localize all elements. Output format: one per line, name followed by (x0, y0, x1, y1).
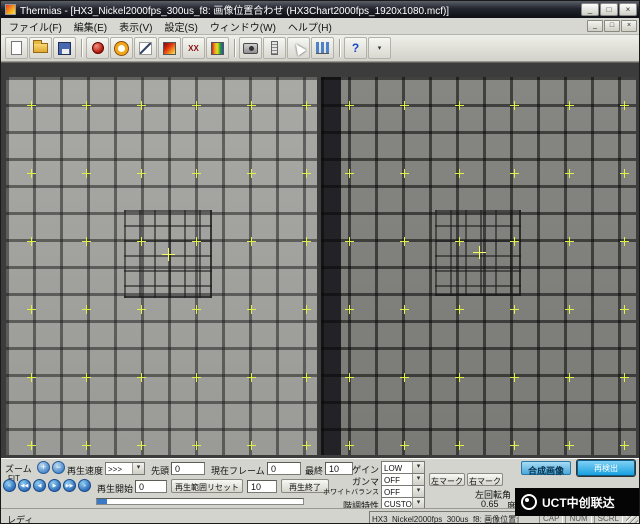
watermark-text: UCT中创联达 (542, 494, 615, 511)
save-file-button[interactable] (53, 37, 76, 59)
toolbar-buttons: XX? ▾ (5, 37, 392, 59)
close-button[interactable]: × (619, 3, 637, 16)
head-frame-field[interactable]: 0 (171, 462, 205, 475)
app-icon (5, 4, 16, 15)
zoom-out-button[interactable]: − (52, 461, 65, 474)
image-viewport (1, 62, 639, 458)
new-file-icon (11, 41, 22, 55)
minimize-button[interactable]: _ (581, 3, 599, 16)
redetect-button[interactable]: 再検出 (577, 460, 635, 476)
left-image[interactable] (6, 77, 317, 455)
ruler-icon (271, 41, 278, 55)
play-reverse-button[interactable]: ◀ (33, 479, 46, 492)
right-mark-button[interactable]: 右マーク (467, 473, 503, 486)
scale-button[interactable] (263, 37, 286, 59)
fast-forward-button[interactable]: ▶▶ (63, 479, 76, 492)
marker-pair-button[interactable]: XX (182, 37, 205, 59)
seek-thumb[interactable] (97, 499, 107, 504)
cursor-button[interactable] (287, 37, 310, 59)
playback-buttons: «◀◀◀▶▶▶» (3, 479, 93, 492)
current-frame-field[interactable]: 0 (267, 462, 301, 475)
palette-icon (211, 42, 224, 55)
left-mark-button[interactable]: 左マーク (429, 473, 465, 486)
current-frame-label: 現在フレーム (211, 464, 265, 477)
toolbar-separator (234, 39, 235, 57)
new-file-button[interactable] (5, 37, 28, 59)
play-range-reset-button[interactable]: 再生範囲リセット (171, 479, 243, 493)
maximize-button[interactable]: □ (600, 3, 618, 16)
menubar: ファイル(F)編集(E)表示(V)設定(S)ウィンドウ(W)ヘルプ(H) _ □… (1, 18, 639, 35)
child-minimize-button[interactable]: _ (587, 20, 603, 32)
uct-logo-icon (521, 494, 537, 510)
open-folder-icon (33, 43, 48, 53)
child-close-button[interactable]: × (621, 20, 637, 32)
play-speed-select[interactable]: >>> (105, 462, 145, 475)
camera-icon (243, 43, 258, 54)
toolbar: XX? ▾ (1, 35, 639, 62)
play-button[interactable]: ▶ (48, 479, 61, 492)
thermal-view-button[interactable] (158, 37, 181, 59)
target-button[interactable] (110, 37, 133, 59)
menu-settings[interactable]: 設定(S) (158, 17, 203, 36)
play-speed-label: 再生速度 (67, 464, 103, 477)
window-title: Thermias - [HX3_Nickel2000fps_300us_f8: … (20, 2, 580, 17)
menu-help[interactable]: ヘルプ(H) (282, 17, 338, 36)
status-document: HX3_Nickel2000fps_300us_f8: 画像位置合わせ (369, 511, 519, 524)
thermal-icon (163, 42, 176, 55)
toolbar-more-button[interactable]: ▾ (368, 37, 391, 59)
child-window-controls: _ □ × (587, 20, 637, 32)
histogram-button[interactable] (311, 37, 334, 59)
pencil-icon (139, 42, 152, 55)
right-image[interactable] (321, 77, 636, 455)
fast-reverse-button[interactable]: ◀◀ (18, 479, 31, 492)
play-range-field[interactable]: 10 (247, 480, 277, 493)
watermark-overlay: UCT中创联达 (515, 488, 640, 516)
save-icon (58, 42, 71, 55)
chevron-down-icon: ▾ (378, 44, 382, 52)
left-center-subgrid (124, 210, 212, 298)
composite-image-button[interactable]: 合成画像 (521, 461, 571, 475)
titlebar[interactable]: Thermias - [HX3_Nickel2000fps_300us_f8: … (1, 1, 639, 18)
seek-bar[interactable] (96, 498, 304, 505)
zoom-in-button[interactable]: + (37, 461, 50, 474)
app-window: Thermias - [HX3_Nickel2000fps_300us_f8: … (0, 0, 640, 524)
target-icon (115, 42, 128, 55)
status-ready: レディ (7, 513, 33, 524)
draw-line-button[interactable] (134, 37, 157, 59)
child-restore-button[interactable]: □ (604, 20, 620, 32)
play-start-label: 再生開始 (97, 482, 133, 495)
help-icon: ? (352, 41, 359, 55)
menu-window[interactable]: ウィンドウ(W) (204, 17, 282, 36)
palette-button[interactable] (206, 37, 229, 59)
help-button[interactable]: ? (344, 37, 367, 59)
double-x-icon: XX (188, 44, 199, 53)
skip-start-button[interactable]: « (3, 479, 16, 492)
skip-end-button[interactable]: » (78, 479, 91, 492)
white-balance-label: ホワイトバランス (319, 487, 379, 497)
toolbar-separator (81, 39, 82, 57)
play-start-field[interactable]: 0 (135, 480, 167, 493)
menu-view[interactable]: 表示(V) (113, 17, 158, 36)
record-button[interactable] (86, 37, 109, 59)
menubar-items: ファイル(F)編集(E)表示(V)設定(S)ウィンドウ(W)ヘルプ(H) (3, 17, 587, 36)
record-icon (92, 42, 104, 54)
open-file-button[interactable] (29, 37, 52, 59)
head-frame-label: 先頭 (151, 464, 169, 477)
cursor-icon (291, 41, 306, 56)
camera-button[interactable] (239, 37, 262, 59)
histogram-icon (316, 42, 329, 54)
menu-edit[interactable]: 編集(E) (68, 17, 113, 36)
toolbar-separator (339, 39, 340, 57)
right-center-subgrid (435, 210, 521, 296)
menu-file[interactable]: ファイル(F) (3, 17, 68, 36)
